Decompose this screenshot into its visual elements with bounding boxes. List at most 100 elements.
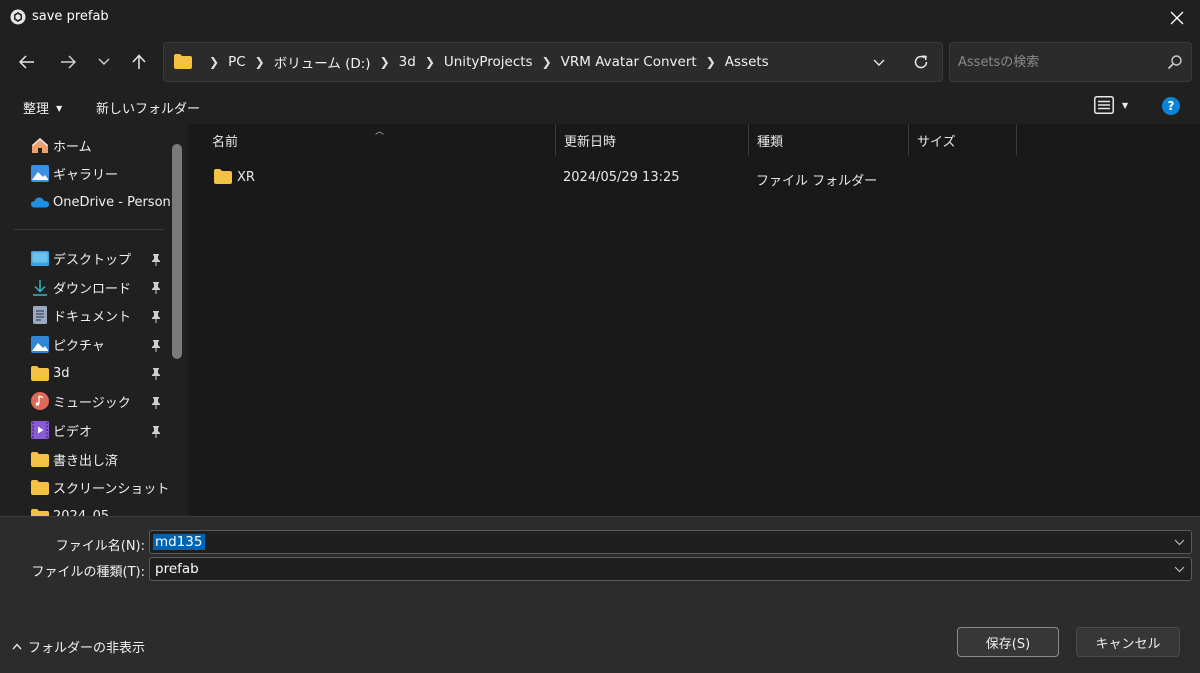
sidebar-item-label: 2024_05 — [53, 508, 110, 517]
back-button[interactable] — [12, 48, 42, 76]
sidebar-item-label: ピクチャ — [53, 338, 105, 354]
breadcrumb-item[interactable]: ボリューム (D:) — [274, 52, 371, 72]
folder-icon — [31, 450, 49, 468]
organize-menu[interactable]: 整理 ▼ — [23, 98, 62, 117]
breadcrumb-item[interactable]: PC — [228, 54, 246, 70]
sidebar-item-label: ギャラリー — [53, 167, 119, 183]
file-modified: 2024/05/29 13:25 — [563, 170, 680, 185]
refresh-icon — [914, 55, 928, 69]
gallery-icon — [31, 164, 49, 182]
command-bar: 整理 ▼ 新しいフォルダー — [0, 88, 1200, 124]
breadcrumb: ❯ PC ❯ ボリューム (D:) ❯ 3d ❯ UnityProjects ❯… — [200, 43, 769, 81]
search-input[interactable] — [958, 52, 1158, 72]
chevron-down-icon[interactable] — [1174, 562, 1185, 577]
folder-icon — [31, 478, 49, 496]
new-folder-button[interactable]: 新しいフォルダー — [96, 98, 200, 117]
arrow-up-icon — [132, 54, 146, 69]
sidebar-item-label: OneDrive - Personal — [53, 194, 171, 210]
pin-icon — [150, 282, 162, 294]
sidebar-item-2024-05[interactable]: 2024_05 — [31, 503, 171, 516]
pin-icon — [150, 426, 162, 438]
sidebar-item-exported[interactable]: 書き出し済 — [31, 446, 171, 472]
breadcrumb-item[interactable]: Assets — [725, 54, 769, 70]
cancel-button[interactable]: キャンセル — [1076, 627, 1180, 657]
save-button[interactable]: 保存(S) — [957, 627, 1059, 657]
navigation-pane: ホーム ギャラリー OneDrive - Personal デスクトップ ダウン… — [0, 124, 188, 516]
unity-app-icon — [10, 9, 26, 25]
save-dialog: save prefab ❯ PC ❯ ボリューム (D:) ❯ 3d ❯ Uni… — [0, 0, 1200, 673]
breadcrumb-item[interactable]: UnityProjects — [444, 54, 533, 70]
table-row[interactable]: XR 2024/05/29 13:25 ファイル フォルダー — [190, 164, 1010, 192]
arrow-left-icon — [19, 55, 34, 69]
close-icon — [1170, 11, 1184, 25]
sidebar-item-onedrive[interactable]: OneDrive - Personal — [31, 189, 171, 215]
breadcrumb-item[interactable]: VRM Avatar Convert — [561, 54, 697, 70]
music-icon — [31, 392, 49, 410]
onedrive-icon — [31, 193, 49, 211]
sidebar-item-label: デスクトップ — [53, 252, 132, 268]
list-view-icon — [1094, 96, 1114, 114]
search-icon[interactable] — [1167, 54, 1183, 74]
document-icon — [31, 306, 49, 324]
search-box — [949, 42, 1192, 82]
chevron-right-icon: ❯ — [424, 55, 435, 69]
caret-down-icon: ▼ — [1122, 100, 1129, 110]
forward-button[interactable] — [53, 48, 83, 76]
chevron-down-icon — [873, 59, 885, 66]
pictures-icon — [31, 335, 49, 353]
arrow-right-icon — [61, 55, 76, 69]
column-divider[interactable] — [1016, 124, 1017, 156]
filename-input[interactable]: md135 — [153, 534, 205, 550]
sidebar-divider — [14, 229, 164, 230]
pin-icon — [150, 254, 162, 266]
desktop-icon — [31, 249, 49, 267]
help-button[interactable]: ? — [1162, 97, 1180, 115]
chevron-down-icon[interactable] — [1174, 535, 1185, 550]
sidebar-item-label: ホーム — [53, 139, 92, 155]
window-title: save prefab — [32, 9, 109, 24]
organize-label: 整理 — [23, 102, 50, 117]
recent-locations-button[interactable] — [89, 48, 119, 76]
chevron-right-icon: ❯ — [541, 55, 552, 69]
close-button[interactable] — [1154, 0, 1200, 36]
sidebar-item-home[interactable]: ホーム — [31, 132, 171, 158]
hide-folders-toggle[interactable]: フォルダーの非表示 — [12, 637, 145, 656]
column-header-name[interactable]: 名前 — [204, 124, 554, 156]
filetype-select[interactable]: prefab — [149, 557, 1192, 581]
sidebar-item-gallery[interactable]: ギャラリー — [31, 160, 171, 186]
chevron-down-icon — [98, 58, 110, 65]
chevron-right-icon: ❯ — [705, 55, 716, 69]
file-list: ︿ 名前 更新日時 種類 サイズ XR 2024/05/29 13:25 ファイ… — [190, 124, 1200, 516]
folder-icon — [214, 169, 232, 188]
sidebar-item-label: ドキュメント — [53, 309, 132, 325]
sidebar-item-label: 3d — [53, 365, 70, 381]
column-header-size[interactable]: サイズ — [909, 124, 1017, 156]
address-bar[interactable]: ❯ PC ❯ ボリューム (D:) ❯ 3d ❯ UnityProjects ❯… — [163, 42, 943, 82]
help-icon: ? — [1167, 99, 1175, 113]
file-type: ファイル フォルダー — [756, 174, 878, 189]
refresh-button[interactable] — [906, 52, 936, 72]
filetype-value: prefab — [155, 561, 199, 577]
sidebar-item-label: ビデオ — [53, 424, 93, 440]
video-icon — [31, 421, 49, 439]
hide-folders-label: フォルダーの非表示 — [28, 641, 146, 656]
pin-icon — [150, 397, 162, 409]
column-header-modified[interactable]: 更新日時 — [556, 124, 748, 156]
up-button[interactable] — [124, 48, 154, 76]
sidebar-item-label: 書き出し済 — [53, 453, 119, 469]
filename-field[interactable]: md135 — [149, 530, 1192, 554]
pin-icon — [150, 311, 162, 323]
pin-icon — [150, 340, 162, 352]
sidebar-item-screenshots[interactable]: スクリーンショット — [31, 474, 171, 500]
folder-icon — [174, 54, 192, 73]
title-bar: save prefab — [0, 0, 1200, 36]
address-history-dropdown[interactable] — [864, 53, 894, 73]
breadcrumb-item[interactable]: 3d — [399, 54, 416, 70]
column-header-type[interactable]: 種類 — [749, 124, 909, 156]
file-name: XR — [237, 170, 255, 185]
sidebar-scrollbar[interactable] — [172, 144, 182, 359]
folder-icon — [31, 364, 49, 382]
view-options-button[interactable]: ▼ — [1094, 96, 1128, 114]
pin-icon — [150, 368, 162, 380]
chevron-right-icon: ❯ — [254, 55, 265, 69]
